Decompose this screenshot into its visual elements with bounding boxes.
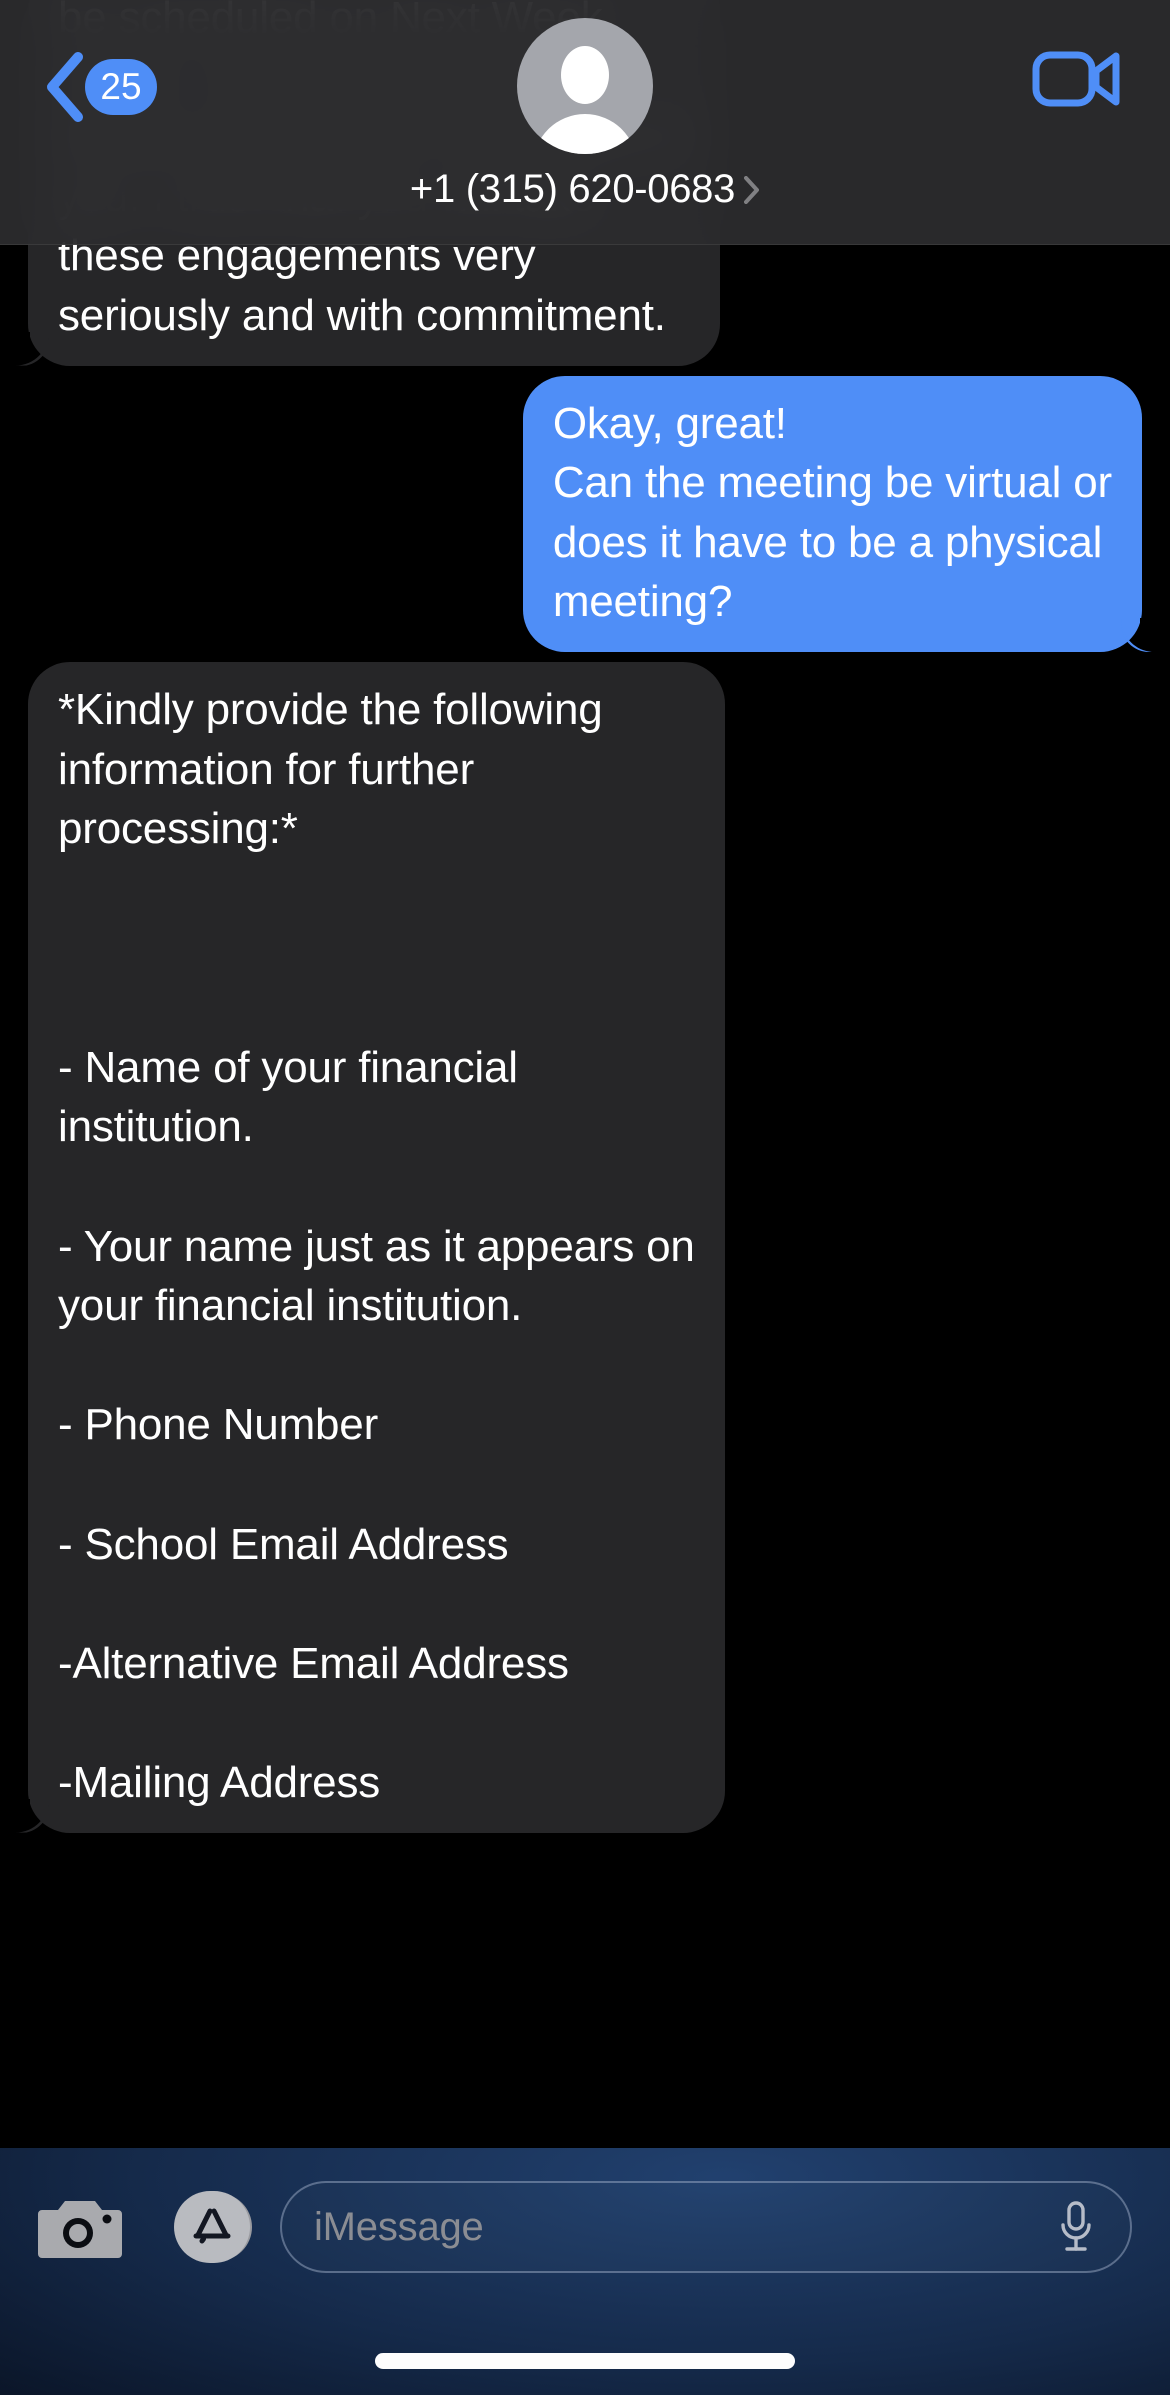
imessage-conversation-screen: be scheduled on Next Week where I shall … [0,0,1170,2395]
app-store-icon [193,2208,231,2244]
camera-button[interactable] [38,2185,122,2269]
facetime-video-button[interactable] [1032,42,1122,116]
outgoing-message-bubble[interactable]: Okay, great! Can the meeting be virtual … [522,375,1165,653]
navigation-bar: 25 +1 (315) 620-0683 [0,0,1170,245]
message-input-placeholder: iMessage [314,2204,484,2249]
contact-phone-number: +1 (315) 620-0683 [409,167,736,211]
microphone-icon [1061,2201,1091,2251]
message-list: be scheduled on Next Week where I shall … [0,0,1170,1859]
dictation-button[interactable] [1048,2195,1104,2259]
home-indicator [375,2353,795,2369]
app-store-button[interactable] [170,2185,254,2269]
composer-controls: iMessage [0,2162,1170,2292]
camera-icon [38,2201,122,2258]
avatar [517,18,653,154]
composer-bar: iMessage [0,2148,1170,2395]
avatar-body-shape [533,114,637,154]
message-row: *Kindly provide the following informatio… [0,662,1170,1833]
incoming-message-bubble[interactable]: *Kindly provide the following informatio… [6,662,725,1833]
message-thread[interactable]: be scheduled on Next Week where I shall … [0,0,1170,2148]
video-camera-icon [1032,51,1120,107]
contact-header[interactable]: +1 (315) 620-0683 [0,0,1170,212]
app-store-badge [174,2191,250,2263]
chevron-right-icon [744,175,760,204]
avatar-head-shape [561,46,609,104]
message-input-field[interactable]: iMessage [280,2181,1132,2273]
message-row: Okay, great! Can the meeting be virtual … [0,375,1170,653]
contact-name-row[interactable]: +1 (315) 620-0683 [410,167,760,212]
